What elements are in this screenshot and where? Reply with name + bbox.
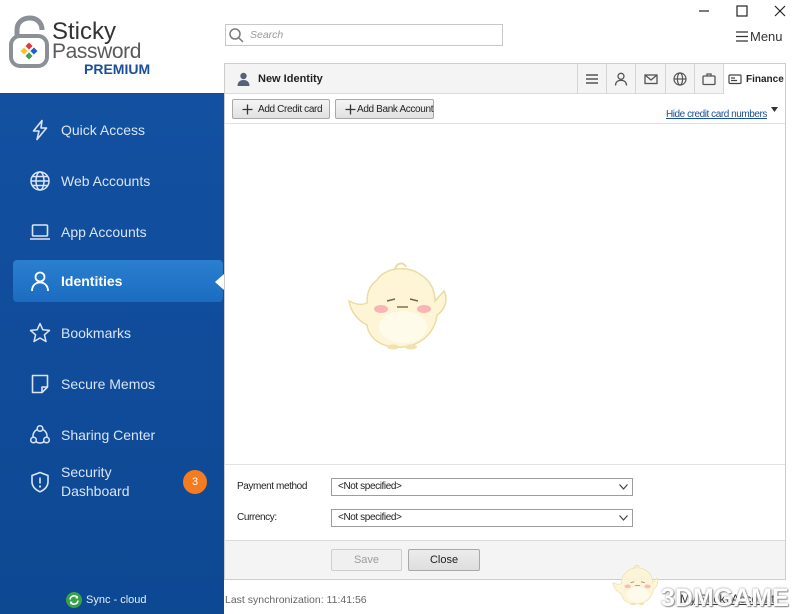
sidebar-item-bookmarks[interactable]: Bookmarks [13,312,223,354]
panel-title: New Identity [258,73,323,85]
tab-email[interactable] [635,64,665,94]
list-icon [586,74,598,84]
last-sync-status: Last synchronization: 11:41:56 [225,594,367,606]
sidebar-item-label: Web Accounts [61,173,151,189]
panel-footer: Save Close [225,540,785,579]
hamburger-icon [736,31,748,42]
plus-icon [345,104,356,115]
sidebar-item-web-accounts[interactable]: Web Accounts [13,160,223,202]
envelope-icon [644,74,658,85]
currency-value: <Not specified> [338,512,402,523]
sync-label: Sync - cloud [86,594,147,606]
sidebar-item-quick-access[interactable]: Quick Access [13,109,223,151]
tab-list[interactable] [577,64,606,94]
currency-select[interactable]: <Not specified> [331,509,633,527]
close-window-button[interactable] [761,0,799,22]
hide-card-numbers-link[interactable]: Hide credit card numbers [666,104,778,120]
watermark-text: 3DMGAME [661,584,789,612]
laptop-icon [30,224,50,240]
sidebar-item-label: Secure Memos [61,376,156,392]
briefcase-icon [702,73,716,86]
panel-header: New Identity Finance [225,64,785,94]
chevron-down-icon [619,515,628,521]
sidebar-item-identities[interactable]: Identities [13,260,223,302]
shield-alert-icon [31,471,49,493]
payment-method-label: Payment method [237,481,307,492]
minimize-button[interactable] [685,0,723,22]
sidebar-item-label: Bookmarks [61,325,132,341]
payment-method-value: <Not specified> [338,481,402,492]
person-icon [237,72,250,86]
add-bank-account-label: Add Bank Account [357,104,434,115]
app-logo: Sticky Password PREMIUM [0,0,224,93]
search-box[interactable] [225,24,503,46]
sidebar-item-label: Identities [61,273,123,289]
menu-button[interactable]: Menu [735,28,785,45]
minimize-icon [699,10,709,12]
credit-card-icon [728,74,742,85]
add-credit-card-button[interactable]: Add Credit card [232,99,330,119]
payment-method-select[interactable]: <Not specified> [331,478,633,496]
logo-edition: PREMIUM [84,61,151,77]
menu-label: Menu [750,29,783,44]
dropdown-arrow-icon [771,107,778,112]
person-icon [31,271,49,292]
currency-label: Currency: [237,512,277,523]
toolbar-divider [225,123,785,124]
mascot-watermark-image [347,260,451,352]
tab-finance[interactable]: Finance [723,64,785,94]
sidebar: Quick Access Web Accounts App Accounts I… [0,93,224,614]
close-icon [774,5,786,17]
add-bank-account-button[interactable]: Add Bank Account [335,99,434,119]
tab-business[interactable] [694,64,723,94]
sidebar-item-label: Sharing Center [61,427,156,443]
hide-card-numbers-label: Hide credit card numbers [666,109,767,120]
form-divider [225,464,785,465]
close-button[interactable]: Close [408,549,480,571]
notification-badge: 3 [183,470,207,494]
tab-personal[interactable] [606,64,635,94]
sidebar-item-app-accounts[interactable]: App Accounts [13,211,223,253]
maximize-button[interactable] [723,0,761,22]
sticky-password-window: Sticky Password PREMIUM Quick Access Web… [0,0,799,614]
person-icon [614,72,628,86]
save-button[interactable]: Save [331,549,402,571]
chevron-down-icon [619,484,628,490]
sidebar-item-secure-memos[interactable]: Secure Memos [13,363,223,405]
globe-icon [673,72,687,86]
tab-finance-label: Finance [746,74,784,85]
add-credit-card-label: Add Credit card [258,104,323,115]
padlock-logo-icon [9,15,49,68]
sync-icon [66,592,82,608]
globe-icon [30,171,50,191]
sidebar-item-label: Quick Access [61,122,146,138]
sidebar-item-sharing-center[interactable]: Sharing Center [13,414,223,456]
sidebar-item-security-dashboard[interactable]: Security Dashboard 3 [13,461,223,503]
search-icon [229,28,244,43]
plus-icon [242,104,253,115]
note-icon [31,374,49,394]
lightning-icon [32,119,48,141]
identity-editor-panel: New Identity Finance Add Credit card Add… [224,63,786,580]
share-icon [29,424,51,444]
tab-web[interactable] [665,64,694,94]
watermark-mascot-image [612,563,660,607]
sidebar-item-label: App Accounts [61,224,147,240]
search-input[interactable] [250,27,498,43]
selection-pointer [215,274,224,290]
sidebar-item-label: Security Dashboard [61,464,130,499]
maximize-icon [736,5,748,17]
star-icon [29,322,51,343]
